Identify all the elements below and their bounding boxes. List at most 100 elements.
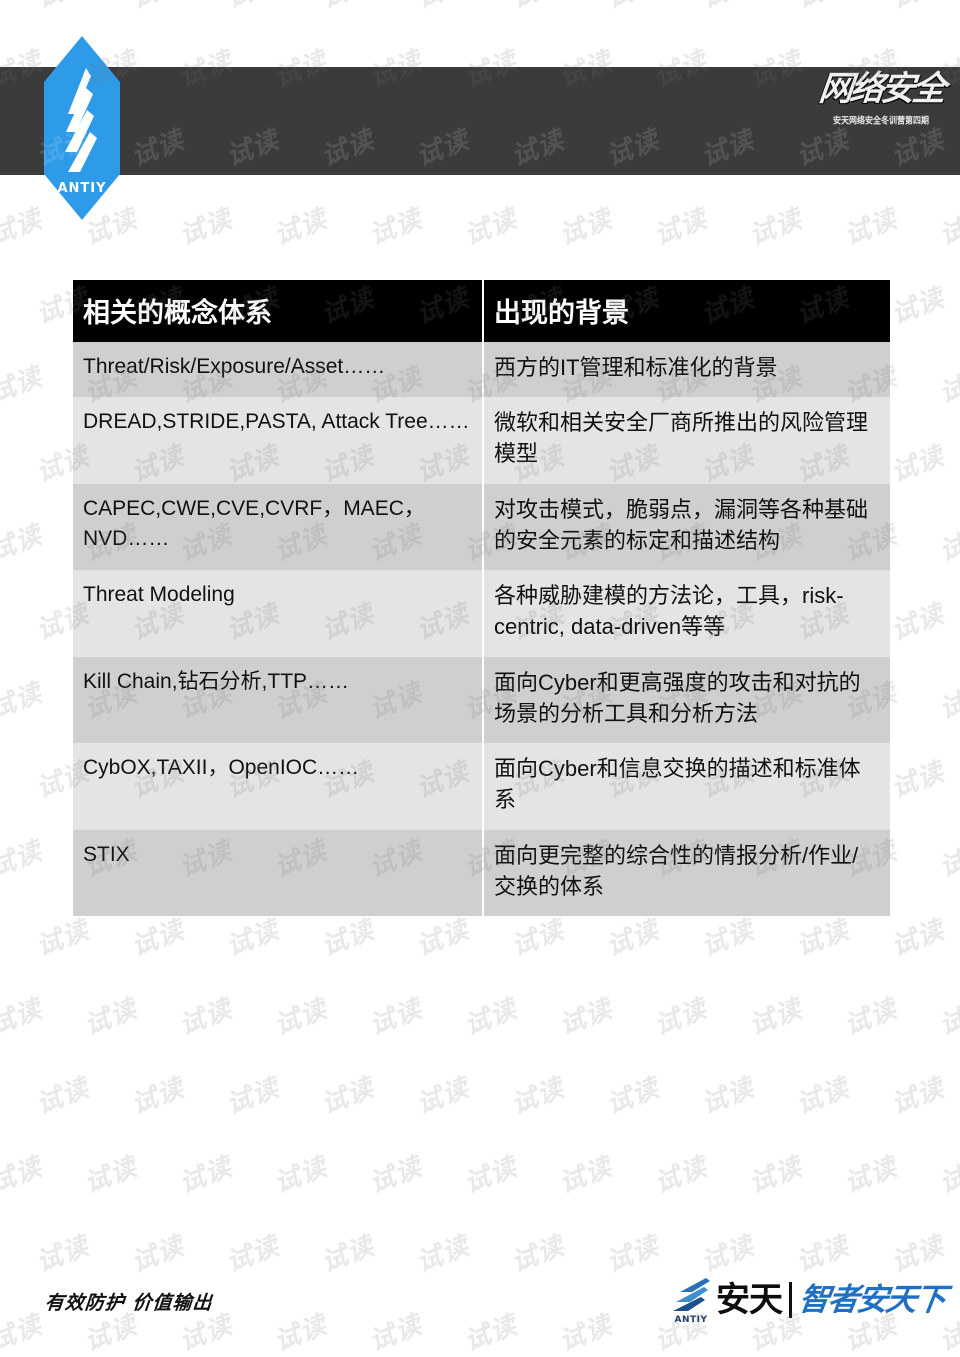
watermark-text: 试读 bbox=[790, 0, 854, 15]
watermark-text: 试读 bbox=[412, 915, 474, 963]
cell-concept: Threat/Risk/Exposure/Asset…… bbox=[73, 342, 483, 398]
cell-background: 各种威胁建模的方法论，工具，risk-centric, data-driven等… bbox=[482, 570, 890, 657]
watermark-text: 试读 bbox=[887, 915, 949, 963]
watermark-text: 试读 bbox=[412, 1231, 474, 1279]
watermark-text: 试读 bbox=[602, 1073, 664, 1121]
watermark-text: 试读 bbox=[507, 1073, 569, 1121]
watermark-text: 试读 bbox=[697, 1073, 759, 1121]
watermark-text: 试读 bbox=[0, 994, 46, 1042]
column-header-concept: 相关的概念体系 bbox=[73, 280, 483, 342]
footer-tagline: 有效防护 价值输出 bbox=[43, 1292, 214, 1314]
watermark-text: 试读 bbox=[0, 836, 46, 884]
watermark-text: 试读 bbox=[364, 1152, 426, 1200]
column-header-background: 出现的背景 bbox=[482, 280, 890, 342]
watermark-text: 试读 bbox=[412, 1073, 474, 1121]
cell-background: 面向Cyber和信息交换的描述和标准体系 bbox=[482, 743, 890, 830]
watermark-text: 试读 bbox=[649, 994, 711, 1042]
watermark-text: 试读 bbox=[554, 1310, 616, 1357]
course-logo: 网络安全 安天网络安全冬训营第四期 bbox=[816, 69, 946, 167]
watermark-text: 试读 bbox=[744, 994, 806, 1042]
watermark-text: 试读 bbox=[0, 520, 46, 568]
footer-company-name: 安天 bbox=[716, 1280, 783, 1320]
table-row: Threat/Risk/Exposure/Asset…… 西方的IT管理和标准化… bbox=[73, 342, 890, 398]
watermark-text: 试读 bbox=[0, 678, 46, 726]
watermark-text: 试读 bbox=[30, 0, 94, 15]
cell-concept: DREAD,STRIDE,PASTA, Attack Tree…… bbox=[73, 397, 483, 484]
watermark-text: 试读 bbox=[127, 1231, 189, 1279]
cell-background: 面向Cyber和更高强度的攻击和对抗的场景的分析工具和分析方法 bbox=[482, 656, 890, 744]
watermark-text: 试读 bbox=[79, 994, 141, 1042]
watermark-text: 试读 bbox=[125, 0, 189, 15]
watermark-text: 试读 bbox=[127, 1073, 189, 1121]
watermark-text: 试读 bbox=[459, 1152, 521, 1200]
watermark-text: 试读 bbox=[0, 1152, 46, 1200]
table-row: STIX 面向更完整的综合性的情报分析/作业/交换的体系 bbox=[73, 829, 890, 917]
watermark-text: 试读 bbox=[507, 1231, 569, 1279]
watermark-text: 试读 bbox=[127, 915, 189, 963]
watermark-text: 试读 bbox=[0, 204, 46, 252]
cell-background: 西方的IT管理和标准化的背景 bbox=[482, 342, 890, 398]
watermark-text: 试读 bbox=[317, 915, 379, 963]
watermark-text: 试读 bbox=[459, 204, 521, 252]
watermark-text: 试读 bbox=[269, 1310, 331, 1357]
cell-background: 对攻击模式，脆弱点，漏洞等各种基础的安全元素的标定和描述结构 bbox=[482, 483, 890, 571]
footer-antiy-logo: ANTIY 安天 智者安天下 bbox=[670, 1272, 947, 1328]
watermark-text: 试读 bbox=[934, 520, 960, 568]
watermark-text: 试读 bbox=[554, 204, 616, 252]
watermark-text: 试读 bbox=[697, 915, 759, 963]
watermark-text: 试读 bbox=[602, 1231, 664, 1279]
watermark-text: 试读 bbox=[887, 1073, 949, 1121]
watermark-text: 试读 bbox=[695, 0, 759, 15]
watermark-text: 试读 bbox=[0, 1310, 46, 1357]
watermark-text: 试读 bbox=[554, 1152, 616, 1200]
watermark-text: 试读 bbox=[744, 1152, 806, 1200]
watermark-text: 试读 bbox=[364, 204, 426, 252]
watermark-text: 试读 bbox=[934, 204, 960, 252]
watermark-text: 试读 bbox=[839, 204, 901, 252]
watermark-text: 试读 bbox=[32, 1231, 94, 1279]
table-row: DREAD,STRIDE,PASTA, Attack Tree…… 微软和相关安… bbox=[73, 397, 890, 484]
watermark-text: 试读 bbox=[554, 994, 616, 1042]
cell-concept: STIX bbox=[73, 829, 483, 917]
cell-concept: Threat Modeling bbox=[73, 570, 483, 657]
watermark-text: 试读 bbox=[934, 836, 960, 884]
course-logo-subtitle: 安天网络安全冬训营第四期 bbox=[833, 115, 929, 126]
watermark-text: 试读 bbox=[602, 915, 664, 963]
watermark-text: 试读 bbox=[79, 1152, 141, 1200]
watermark-text: 试读 bbox=[934, 362, 960, 410]
watermark-text: 试读 bbox=[269, 204, 331, 252]
table-row: Threat Modeling 各种威胁建模的方法论，工具，risk-centr… bbox=[73, 570, 890, 657]
watermark-text: 试读 bbox=[269, 994, 331, 1042]
watermark-text: 试读 bbox=[0, 362, 46, 410]
watermark-text: 试读 bbox=[220, 0, 284, 15]
watermark-text: 试读 bbox=[934, 994, 960, 1042]
footer-slogan: 智者安天下 bbox=[796, 1281, 947, 1318]
watermark-text: 试读 bbox=[839, 994, 901, 1042]
table-row: Kill Chain,钻石分析,TTP…… 面向Cyber和更高强度的攻击和对抗… bbox=[73, 656, 890, 744]
watermark-text: 试读 bbox=[32, 915, 94, 963]
watermark-text: 试读 bbox=[839, 1152, 901, 1200]
table-header-row: 相关的概念体系 出现的背景 bbox=[73, 280, 890, 342]
cell-concept: Kill Chain,钻石分析,TTP…… bbox=[73, 656, 483, 744]
watermark-text: 试读 bbox=[459, 1310, 521, 1357]
watermark-text: 试读 bbox=[507, 915, 569, 963]
watermark-text: 试读 bbox=[934, 1152, 960, 1200]
watermark-text: 试读 bbox=[364, 994, 426, 1042]
table-row: CybOX,TAXII，OpenIOC…… 面向Cyber和信息交换的描述和标准… bbox=[73, 743, 890, 830]
watermark-text: 试读 bbox=[792, 915, 854, 963]
watermark-text: 试读 bbox=[505, 0, 569, 15]
watermark-text: 试读 bbox=[887, 441, 949, 489]
watermark-text: 试读 bbox=[222, 1231, 284, 1279]
watermark-text: 试读 bbox=[32, 1073, 94, 1121]
watermark-text: 试读 bbox=[317, 1231, 379, 1279]
footer-antiy-word: ANTIY bbox=[674, 1314, 708, 1325]
watermark-text: 试读 bbox=[600, 0, 664, 15]
watermark-text: 试读 bbox=[364, 1310, 426, 1357]
watermark-text: 试读 bbox=[744, 204, 806, 252]
course-logo-script: 网络安全 bbox=[816, 69, 946, 109]
cell-concept: CAPEC,CWE,CVE,CVRF，MAEC，NVD…… bbox=[73, 483, 483, 571]
footer-logo-divider bbox=[789, 1282, 792, 1318]
watermark-text: 试读 bbox=[792, 1073, 854, 1121]
watermark-text: 试读 bbox=[174, 1152, 236, 1200]
watermark-text: 试读 bbox=[649, 204, 711, 252]
